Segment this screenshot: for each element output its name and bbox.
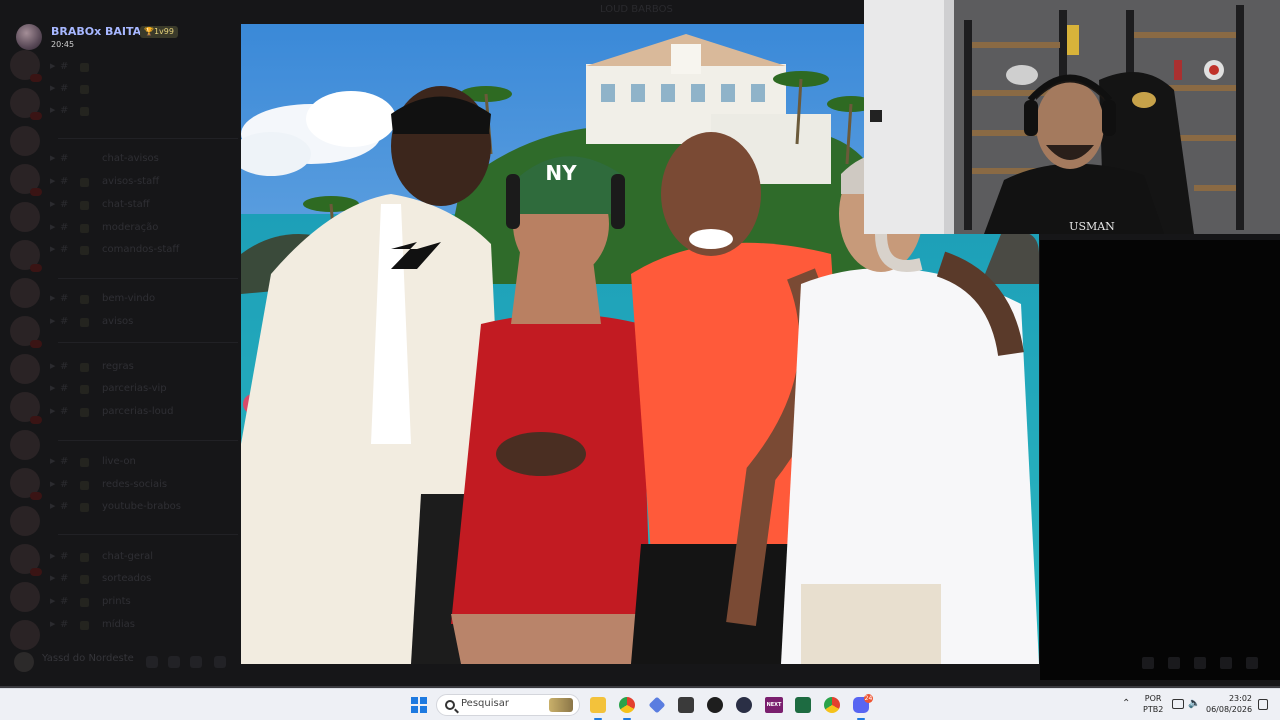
server-icon[interactable] bbox=[10, 544, 42, 576]
voice-area bbox=[1040, 240, 1280, 680]
channel-item[interactable]: ▶ # bem-vindo bbox=[48, 292, 238, 308]
channel-item[interactable]: ▶ # chat-staff bbox=[48, 198, 238, 214]
server-icon[interactable] bbox=[10, 278, 40, 308]
taskbar: Pesquisar NEXT 24 ⌃ POR PTB2 🔈 23:02 06/… bbox=[0, 688, 1280, 720]
clock[interactable]: 23:02 06/08/2026 bbox=[1206, 693, 1252, 715]
channel-item[interactable]: ▶ # avisos bbox=[48, 315, 238, 331]
server-icon[interactable] bbox=[10, 468, 42, 500]
monitor-icon[interactable] bbox=[1172, 699, 1184, 709]
streamer-badge: 🏆1v99 bbox=[140, 26, 178, 38]
server-icon[interactable] bbox=[10, 354, 40, 384]
user-name: Yassd do Nordeste bbox=[42, 653, 134, 664]
channel-item[interactable]: ▶ # bbox=[48, 104, 238, 120]
channel-item[interactable]: ▶ # bbox=[48, 60, 238, 76]
channel-item[interactable]: ▶ # chat-geral bbox=[48, 550, 238, 566]
channel-item[interactable]: ▶ # moderação bbox=[48, 221, 238, 237]
clock-time: 23:02 bbox=[1228, 694, 1252, 703]
search-highlight-image bbox=[549, 698, 573, 712]
lang-code: POR bbox=[1144, 694, 1162, 703]
user-panel: Yassd do Nordeste bbox=[8, 650, 238, 674]
channel-item[interactable]: ▶ # youtube-brabos bbox=[48, 500, 238, 516]
svg-text:NY: NY bbox=[545, 161, 577, 185]
folder-icon[interactable] bbox=[590, 697, 606, 713]
channel-item[interactable]: ▶ # regras bbox=[48, 360, 238, 376]
chrome-icon[interactable] bbox=[824, 697, 840, 713]
volume-icon[interactable]: 🔈 bbox=[1188, 699, 1200, 709]
search-icon bbox=[445, 700, 455, 710]
user-avatar[interactable] bbox=[14, 652, 34, 672]
webcam-illustration: USMAN bbox=[864, 0, 1280, 234]
channel-item[interactable]: ▶ # mídias bbox=[48, 618, 238, 634]
taskbar-search[interactable]: Pesquisar bbox=[436, 694, 580, 716]
server-icon[interactable] bbox=[10, 164, 42, 196]
channel-list: ▶ # ▶ # ▶ # ▶ # chat-avisos ▶ # avisos-staff ▶ #… bbox=[48, 50, 238, 660]
clock-date: 06/08/2026 bbox=[1206, 705, 1253, 714]
guild-title: LOUD BARBOS bbox=[600, 4, 673, 15]
stream-control-icon[interactable] bbox=[1194, 657, 1206, 669]
server-rail bbox=[0, 50, 48, 670]
next-app-icon[interactable]: NEXT bbox=[765, 697, 783, 713]
server-icon[interactable] bbox=[10, 240, 42, 272]
channel-item[interactable]: ▶ # parcerias-vip bbox=[48, 382, 238, 398]
app-icon[interactable] bbox=[736, 697, 752, 713]
fullscreen-icon[interactable] bbox=[1246, 657, 1258, 669]
voice-controls bbox=[1140, 655, 1270, 671]
channel-item[interactable]: ▶ # prints bbox=[48, 595, 238, 611]
server-icon[interactable] bbox=[10, 620, 40, 650]
notification-icon[interactable] bbox=[1258, 699, 1268, 710]
obs-icon[interactable] bbox=[707, 697, 723, 713]
stream-control-icon[interactable] bbox=[1220, 657, 1232, 669]
category-divider bbox=[58, 138, 238, 148]
channel-item[interactable]: ▶ # avisos-staff bbox=[48, 175, 238, 191]
channel-item[interactable]: ▶ # chat-avisos bbox=[48, 152, 238, 168]
server-icon[interactable] bbox=[10, 430, 40, 460]
power-icon[interactable] bbox=[214, 656, 226, 668]
language-indicator[interactable]: POR PTB2 bbox=[1143, 693, 1163, 715]
search-placeholder: Pesquisar bbox=[461, 698, 509, 709]
discord-icon[interactable]: 24 bbox=[853, 694, 873, 713]
category-divider bbox=[58, 440, 238, 450]
category-divider bbox=[58, 342, 238, 352]
category-divider bbox=[58, 534, 238, 544]
channel-item[interactable]: ▶ # live-on bbox=[48, 455, 238, 471]
channel-item[interactable]: ▶ # comandos-staff bbox=[48, 243, 238, 259]
mic-icon[interactable] bbox=[146, 656, 158, 668]
server-icon[interactable] bbox=[10, 506, 40, 536]
chevron-up-icon[interactable]: ⌃ bbox=[1122, 698, 1130, 709]
stream-time: 20:45 bbox=[51, 40, 75, 49]
app-icon[interactable] bbox=[678, 697, 694, 713]
channel-item[interactable]: ▶ # redes-sociais bbox=[48, 478, 238, 494]
server-icon[interactable] bbox=[10, 202, 40, 232]
excel-icon[interactable] bbox=[795, 697, 811, 713]
channel-item[interactable]: ▶ # bbox=[48, 82, 238, 98]
stream-header: BRABOx BAITA ... 🏆1v99 20:45 bbox=[8, 20, 238, 52]
channel-item[interactable]: ▶ # sorteados bbox=[48, 572, 238, 588]
headphones-icon[interactable] bbox=[168, 656, 180, 668]
server-icon[interactable] bbox=[10, 316, 42, 348]
chrome-icon[interactable] bbox=[619, 697, 635, 713]
server-icon[interactable] bbox=[10, 126, 40, 156]
category-divider bbox=[58, 278, 238, 288]
server-icon[interactable] bbox=[10, 50, 42, 82]
server-icon[interactable] bbox=[10, 582, 40, 612]
discord-badge: 24 bbox=[864, 694, 873, 703]
gear-icon[interactable] bbox=[190, 656, 202, 668]
server-icon[interactable] bbox=[10, 392, 42, 424]
streamer-avatar[interactable] bbox=[16, 24, 42, 50]
app-icon[interactable] bbox=[648, 696, 666, 714]
windows-start-icon[interactable] bbox=[411, 697, 427, 713]
webcam-feed: USMAN bbox=[864, 0, 1280, 234]
svg-text:USMAN: USMAN bbox=[1069, 220, 1115, 233]
channel-item[interactable]: ▶ # parcerias-loud bbox=[48, 405, 238, 421]
server-icon[interactable] bbox=[10, 88, 42, 120]
stream-control-icon[interactable] bbox=[1142, 657, 1154, 669]
stream-control-icon[interactable] bbox=[1168, 657, 1180, 669]
screen: LOUD BARBOS ▶# ▶# ▶# ▶#chat-avisos bbox=[0, 0, 1280, 720]
lang-layout: PTB2 bbox=[1143, 705, 1164, 714]
